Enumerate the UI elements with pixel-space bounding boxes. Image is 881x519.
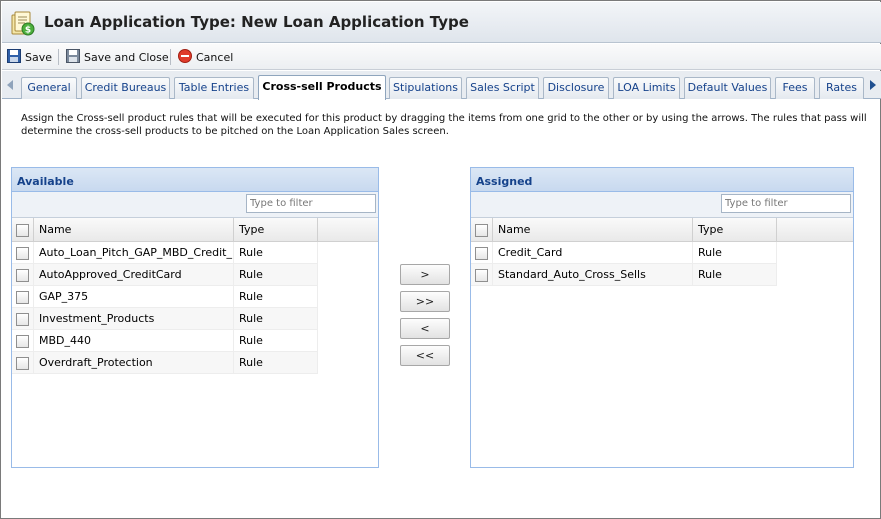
tab-loa-limits[interactable]: LOA Limits: [613, 77, 680, 99]
table-row[interactable]: MBD_440 Rule: [12, 330, 318, 352]
tab-disclosure[interactable]: Disclosure: [543, 77, 609, 99]
row-type: Rule: [234, 352, 318, 374]
save-label: Save: [25, 50, 53, 64]
row-name: Credit_Card: [493, 242, 693, 264]
row-checkbox[interactable]: [475, 268, 488, 282]
row-checkbox-cell: [471, 242, 493, 264]
toolbar-divider: [170, 49, 171, 65]
table-row[interactable]: Investment_Products Rule: [12, 308, 318, 330]
row-checkbox[interactable]: [16, 334, 29, 348]
row-type: Rule: [234, 242, 318, 264]
table-row[interactable]: Standard_Auto_Cross_Sells Rule: [471, 264, 777, 286]
application-window: $ Loan Application Type: New Loan Applic…: [0, 0, 881, 519]
row-checkbox-cell: [12, 352, 34, 374]
svg-text:$: $: [25, 26, 31, 36]
save-and-close-label: Save and Close: [84, 50, 169, 64]
select-all-cell: [471, 218, 493, 242]
row-name: AutoApproved_CreditCard: [34, 264, 234, 286]
tab-sales-script[interactable]: Sales Script: [466, 77, 539, 99]
table-row[interactable]: Auto_Loan_Pitch_GAP_MBD_Credit_... Rule: [12, 242, 318, 264]
row-name: Standard_Auto_Cross_Sells: [493, 264, 693, 286]
cancel-icon: [178, 48, 196, 66]
row-checkbox-cell: [12, 308, 34, 330]
window-title: Loan Application Type: New Loan Applicat…: [44, 13, 469, 31]
row-checkbox[interactable]: [16, 246, 29, 260]
arrow-left-icon[interactable]: [5, 79, 15, 91]
available-grid-header: Name Type: [12, 218, 378, 242]
row-type: Rule: [693, 264, 777, 286]
assigned-grid-header: Name Type: [471, 218, 853, 242]
row-checkbox[interactable]: [16, 356, 29, 370]
move-all-left-button[interactable]: <<: [400, 345, 450, 366]
tab-rates[interactable]: Rates: [819, 77, 864, 99]
available-grid-body: Auto_Loan_Pitch_GAP_MBD_Credit_... Rule …: [12, 242, 378, 374]
available-panel: Available Name Type Auto_Loan_Pitch_GAP_…: [11, 167, 379, 468]
row-name: GAP_375: [34, 286, 234, 308]
toolbar-divider: [58, 49, 59, 65]
row-checkbox[interactable]: [16, 290, 29, 304]
floppy-disk-icon: [7, 48, 25, 66]
tab-table-entries[interactable]: Table Entries: [174, 77, 254, 99]
row-checkbox[interactable]: [475, 246, 488, 260]
save-and-close-button[interactable]: Save and Close: [66, 48, 169, 66]
row-type: Rule: [234, 308, 318, 330]
title-bar: $ Loan Application Type: New Loan Applic…: [2, 2, 881, 43]
assigned-panel: Assigned Name Type Credit_Card Rule Stan…: [470, 167, 854, 468]
cancel-button[interactable]: Cancel: [178, 48, 233, 66]
row-name: Investment_Products: [34, 308, 234, 330]
assigned-filter-bar: [471, 192, 853, 218]
assigned-grid-body: Credit_Card Rule Standard_Auto_Cross_Sel…: [471, 242, 853, 286]
name-column-header[interactable]: Name: [493, 218, 693, 242]
move-one-right-button[interactable]: >: [400, 264, 450, 285]
row-checkbox-cell: [12, 242, 34, 264]
loan-application-icon: $: [9, 10, 36, 37]
instructions-text: Assign the Cross-sell product rules that…: [21, 113, 867, 137]
row-checkbox[interactable]: [16, 268, 29, 282]
row-checkbox-cell: [12, 264, 34, 286]
assigned-select-all-checkbox[interactable]: [475, 223, 488, 237]
row-name: Overdraft_Protection: [34, 352, 234, 374]
toolbar: Save Save and Close Cancel: [2, 44, 881, 70]
table-row[interactable]: Overdraft_Protection Rule: [12, 352, 318, 374]
save-button[interactable]: Save: [7, 48, 52, 66]
select-all-cell: [12, 218, 34, 242]
row-type: Rule: [693, 242, 777, 264]
type-column-header[interactable]: Type: [693, 218, 777, 242]
move-one-left-button[interactable]: <: [400, 318, 450, 339]
tab-strip: General Credit Bureaus Table Entries Cro…: [2, 71, 881, 100]
move-all-right-button[interactable]: >>: [400, 291, 450, 312]
assigned-panel-title: Assigned: [471, 168, 853, 192]
save-close-icon: [66, 48, 84, 66]
tab-general[interactable]: General: [21, 77, 77, 99]
available-filter-input[interactable]: [246, 194, 376, 213]
table-row[interactable]: AutoApproved_CreditCard Rule: [12, 264, 318, 286]
table-row[interactable]: GAP_375 Rule: [12, 286, 318, 308]
row-checkbox[interactable]: [16, 312, 29, 326]
row-type: Rule: [234, 330, 318, 352]
row-checkbox-cell: [12, 330, 34, 352]
available-filter-bar: [12, 192, 378, 218]
table-row[interactable]: Credit_Card Rule: [471, 242, 777, 264]
assigned-filter-input[interactable]: [721, 194, 851, 213]
row-name: MBD_440: [34, 330, 234, 352]
tab-credit-bureaus[interactable]: Credit Bureaus: [81, 77, 170, 99]
available-panel-title: Available: [12, 168, 378, 192]
arrow-right-icon[interactable]: [868, 79, 878, 91]
cancel-label: Cancel: [196, 50, 234, 64]
row-name: Auto_Loan_Pitch_GAP_MBD_Credit_...: [34, 242, 234, 264]
tab-fees[interactable]: Fees: [775, 77, 815, 99]
available-select-all-checkbox[interactable]: [16, 223, 29, 237]
row-checkbox-cell: [12, 286, 34, 308]
tab-stipulations[interactable]: Stipulations: [389, 77, 462, 99]
tab-cross-sell-products[interactable]: Cross-sell Products: [258, 75, 386, 100]
row-type: Rule: [234, 264, 318, 286]
tab-default-values[interactable]: Default Values: [684, 77, 771, 99]
name-column-header[interactable]: Name: [34, 218, 234, 242]
type-column-header[interactable]: Type: [234, 218, 318, 242]
row-type: Rule: [234, 286, 318, 308]
row-checkbox-cell: [471, 264, 493, 286]
